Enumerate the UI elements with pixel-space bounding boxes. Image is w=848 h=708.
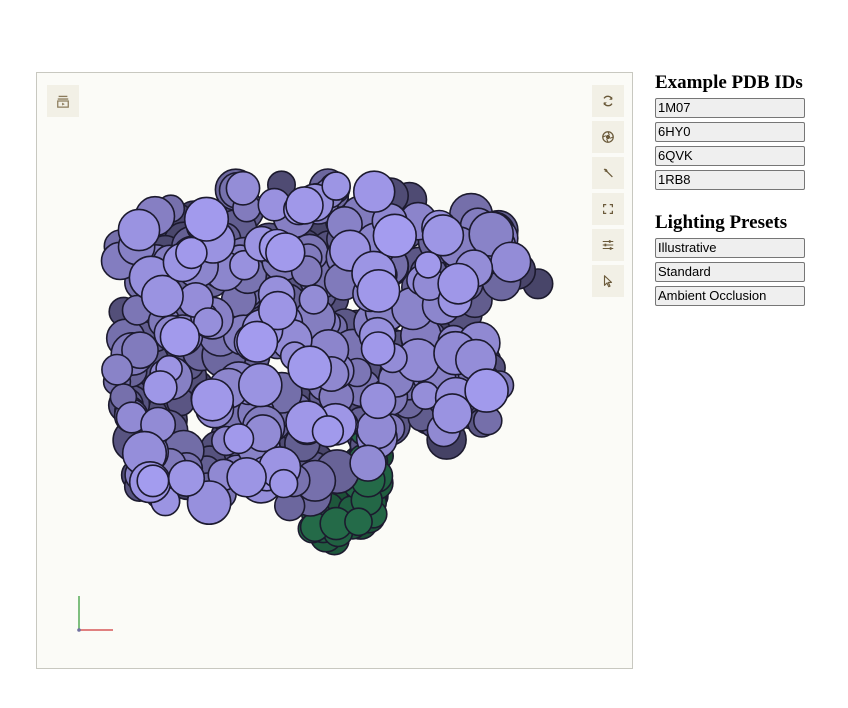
screenshot-icon [602,131,614,143]
pdb-id-button-1m07[interactable]: 1M07 [655,98,805,118]
protein-atom[interactable] [414,251,443,279]
page: Example PDB IDs 1M07 6HY0 6QVK 1RB8 Ligh… [0,0,848,708]
protein-atom[interactable] [349,444,387,482]
protein-atom[interactable] [101,353,134,386]
protein-atom[interactable] [269,468,299,499]
protein-atom[interactable] [352,170,396,213]
wrench-icon [603,168,613,178]
protein-atom[interactable] [117,208,161,252]
protein-atom[interactable] [142,370,178,406]
protein-atom[interactable] [183,196,230,242]
lighting-standard-button[interactable]: Standard [655,262,805,282]
selection-mode-button[interactable] [592,265,624,297]
protein-atom[interactable] [298,284,329,315]
protein-atom[interactable] [360,331,396,367]
protein-atom[interactable] [167,459,206,498]
protein-atom[interactable] [321,171,352,201]
protein-atom[interactable] [140,274,184,318]
selection-mode-icon [603,275,613,288]
animation-button[interactable] [47,85,79,117]
protein-atom[interactable] [285,186,324,225]
animation-icon [57,95,69,108]
protein-atom[interactable] [431,393,473,434]
lighting-presets-heading: Lighting Presets [655,212,788,233]
protein-atom[interactable] [238,362,283,408]
reset-camera-icon [603,95,613,107]
axes-indicator [77,596,113,632]
side-panel: Example PDB IDs 1M07 6HY0 6QVK 1RB8 Ligh… [655,72,815,310]
fullscreen-button[interactable] [592,193,624,225]
protein-atom[interactable] [236,320,279,363]
molecule-viewer-canvas[interactable] [36,72,633,669]
protein-atom[interactable] [372,213,417,258]
protein-structure-render[interactable] [37,73,633,669]
controls-button[interactable] [592,157,624,189]
lighting-ambient-occlusion-button[interactable]: Ambient Occlusion [655,286,805,306]
protein-atom[interactable] [223,423,255,455]
protein-atom[interactable] [175,236,208,270]
protein-atom[interactable] [311,415,345,448]
protein-atom[interactable] [226,456,267,498]
protein-atom[interactable] [287,345,333,391]
protein-atom[interactable] [136,464,170,498]
protein-atom[interactable] [356,268,401,313]
reset-camera-button[interactable] [592,85,624,117]
protein-atom[interactable] [190,378,235,422]
protein-atom[interactable] [437,262,480,305]
settings-button[interactable] [592,229,624,261]
protein-atom[interactable] [265,232,306,273]
protein-atom[interactable] [421,214,465,257]
protein-atom[interactable] [464,368,509,413]
settings-icon [602,240,614,250]
protein-atom[interactable] [225,170,261,206]
pdb-id-button-1rb8[interactable]: 1RB8 [655,170,805,190]
protein-atom[interactable] [490,241,532,283]
pdb-id-button-6qvk[interactable]: 6QVK [655,146,805,166]
pdb-ids-heading: Example PDB IDs [655,72,803,93]
lighting-illustrative-button[interactable]: Illustrative [655,238,805,258]
viewer-toolbar [592,85,624,301]
protein-atom[interactable] [159,316,201,358]
fullscreen-icon [603,204,613,214]
ligand-atom[interactable] [344,507,373,537]
pdb-id-button-6hy0[interactable]: 6HY0 [655,122,805,142]
protein-atom[interactable] [359,382,397,420]
screenshot-button[interactable] [592,121,624,153]
